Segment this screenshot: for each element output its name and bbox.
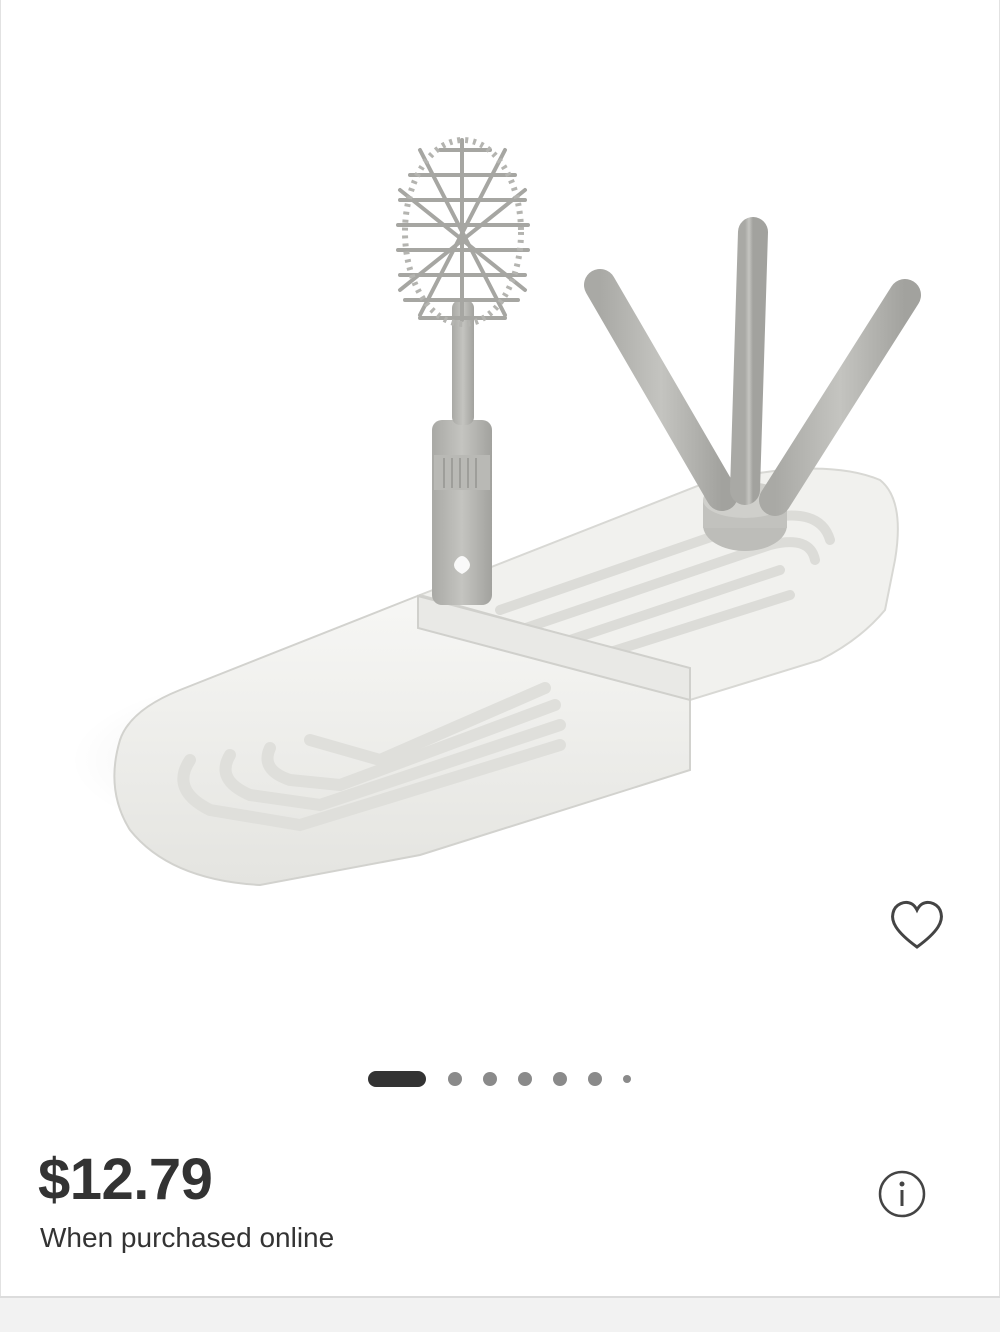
carousel-dot[interactable] <box>518 1072 532 1086</box>
carousel-dot[interactable] <box>553 1072 567 1086</box>
product-price: $12.79 <box>38 1147 213 1212</box>
heart-outline-icon <box>891 900 943 949</box>
drying-rack-illustration <box>70 137 921 887</box>
carousel-dot-small[interactable] <box>623 1075 631 1083</box>
price-note: When purchased online <box>40 1222 335 1253</box>
product-image[interactable] <box>0 0 1000 1060</box>
bottom-panel-edge <box>0 1296 1000 1332</box>
carousel-dot[interactable] <box>483 1072 497 1086</box>
price-info-button[interactable] <box>878 1170 926 1218</box>
image-carousel-indicator <box>368 1070 631 1088</box>
info-circle-icon <box>878 1170 926 1218</box>
carousel-dot[interactable] <box>588 1072 602 1086</box>
carousel-dot-active[interactable] <box>368 1071 426 1087</box>
favorite-button[interactable] <box>885 895 949 955</box>
carousel-dot[interactable] <box>448 1072 462 1086</box>
